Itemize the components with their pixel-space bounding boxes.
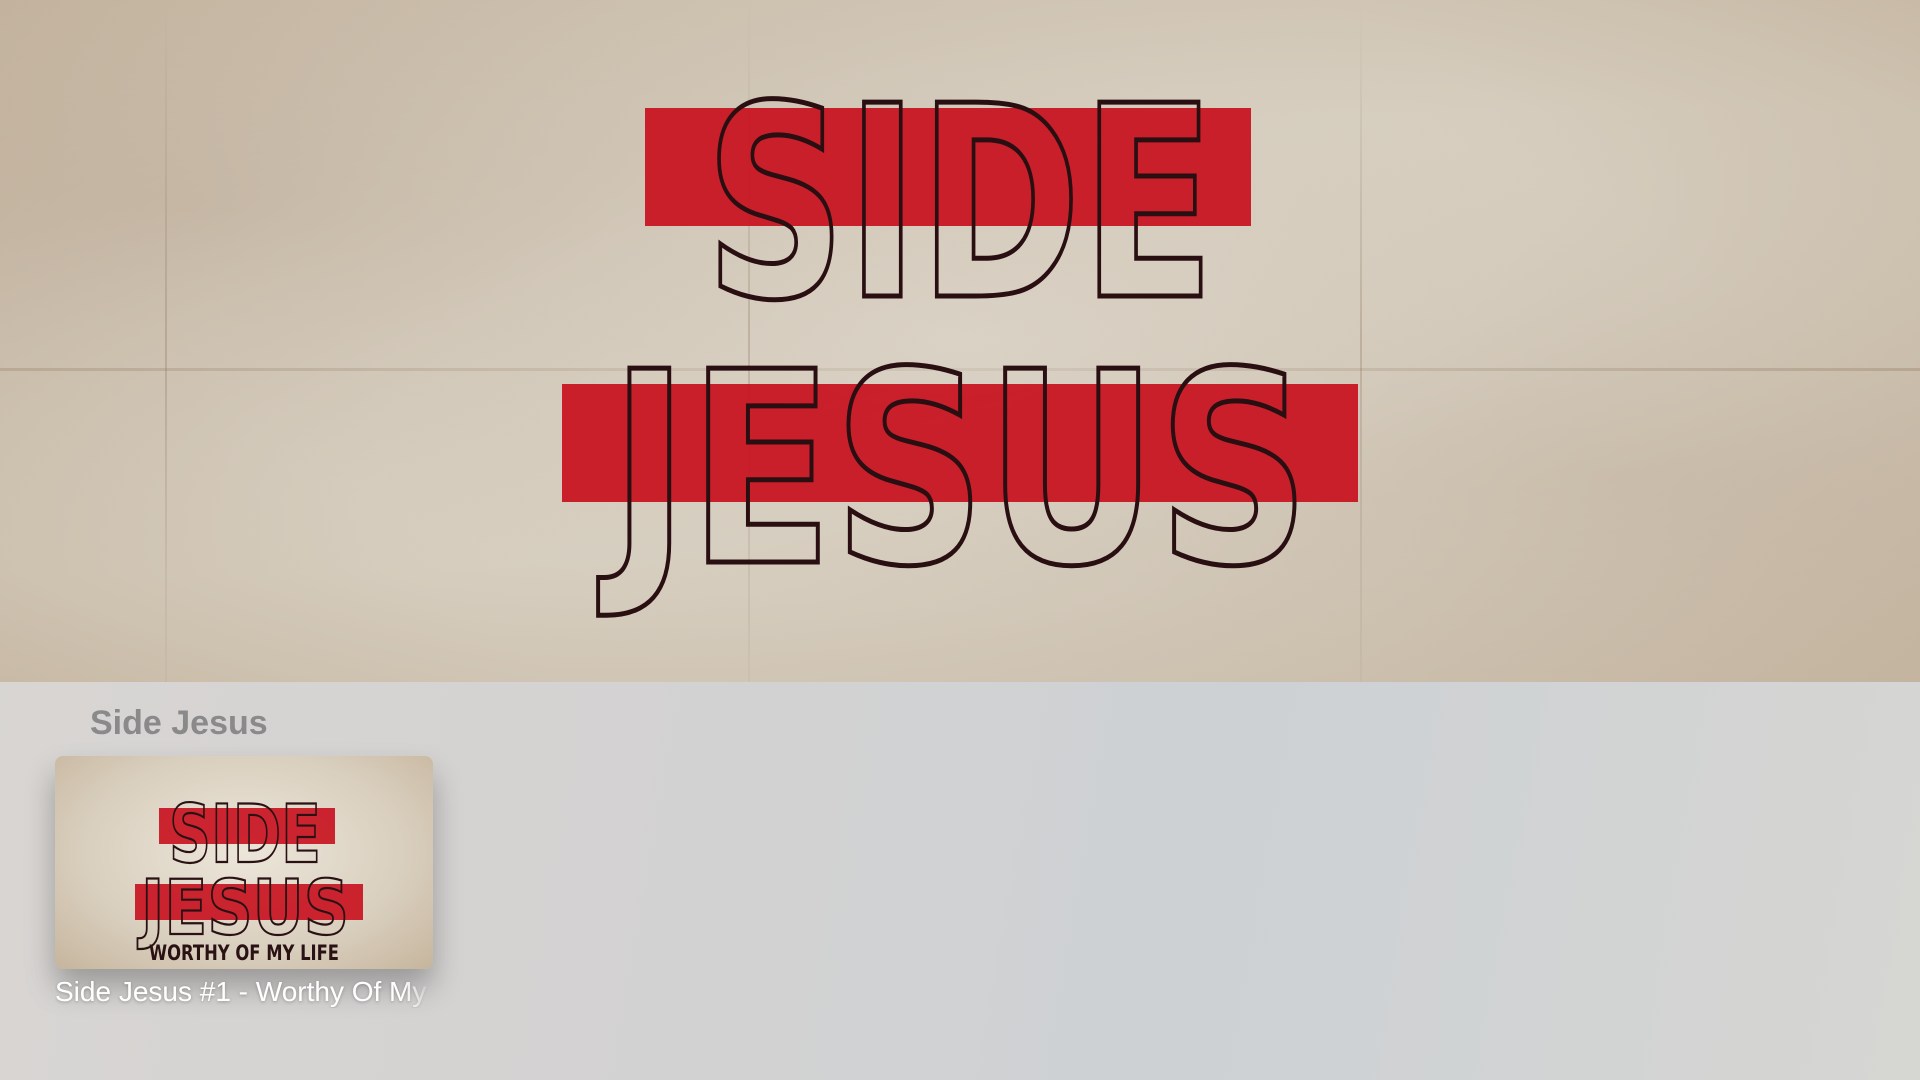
episode-title: Side Jesus #1 - Worthy Of My Life (55, 976, 433, 1007)
episode-tile[interactable]: SIDE JESUS WORTHY OF MY LIFE (55, 756, 433, 969)
hero-word-side: SIDE (705, 49, 1215, 359)
hero-logo: SIDE JESUS (562, 47, 1358, 628)
hero-word-jesus: JESUS (597, 315, 1310, 625)
tile-subtitle: WORTHY OF MY LIFE (149, 941, 339, 965)
section-title: Side Jesus (90, 704, 268, 742)
episode-thumbnail: SIDE JESUS WORTHY OF MY LIFE (135, 787, 363, 965)
tile-word-jesus: JESUS (137, 863, 349, 952)
hero-artwork: SIDE JESUS (0, 0, 1920, 682)
